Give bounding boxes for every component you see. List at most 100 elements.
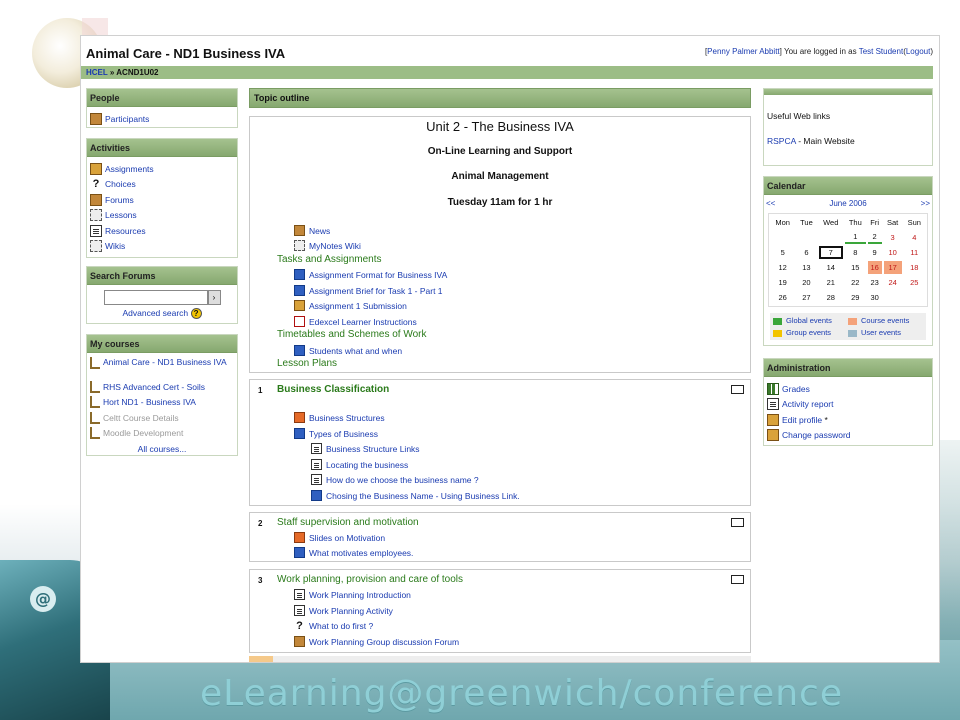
- rspca-link[interactable]: RSPCA: [767, 136, 796, 146]
- edit-profile-link[interactable]: Edit profile *: [767, 412, 929, 428]
- calendar-day[interactable]: 1: [844, 231, 866, 244]
- key-group[interactable]: Group events: [773, 328, 848, 337]
- section0-line1: On-Line Learning and Support: [427, 146, 573, 157]
- breadcrumb-separator: »: [109, 68, 115, 77]
- resource-link[interactable]: Slides on Motivation: [294, 531, 385, 544]
- calendar-today[interactable]: 7: [818, 246, 843, 259]
- calendar-event-day[interactable]: 17: [883, 261, 902, 274]
- section-1: 1 Business Classification Business Struc…: [249, 379, 751, 506]
- participants-link[interactable]: Participants: [90, 111, 234, 127]
- all-courses-link[interactable]: All courses...: [90, 441, 234, 457]
- show-only-section-toggle[interactable]: [731, 575, 744, 584]
- user-link[interactable]: Test Student: [859, 47, 903, 56]
- course-item[interactable]: Animal Care - ND1 Business IVA: [90, 357, 234, 379]
- activity-wikis[interactable]: Wikis: [90, 239, 234, 255]
- change-password-link[interactable]: Change password: [767, 428, 929, 444]
- calendar-day[interactable]: 2: [867, 231, 882, 244]
- section0-line3: Tuesday 11am for 1 hr: [447, 197, 553, 208]
- task-link[interactable]: Assignment 1 Submission: [294, 299, 407, 312]
- key-global[interactable]: Global events: [773, 316, 848, 325]
- item-label: Work Planning Group discussion Forum: [309, 636, 460, 647]
- resource-link[interactable]: Business Structures: [294, 411, 385, 424]
- activities-header: Activities: [87, 139, 237, 157]
- course-item[interactable]: Celtt Course Details: [90, 410, 234, 426]
- calendar-event-day[interactable]: 16: [867, 261, 882, 274]
- choice-link[interactable]: ? What to do first ?: [294, 619, 373, 632]
- teacher-link[interactable]: Penny Palmer Abbitt: [707, 47, 779, 56]
- course-label: Moodle Development: [103, 428, 184, 439]
- resource-link[interactable]: What motivates employees.: [294, 546, 413, 559]
- resource-link[interactable]: Locating the business: [311, 458, 408, 471]
- calendar-nav: << June 2006 >>: [764, 195, 932, 211]
- section-title: Staff supervision and motivation: [277, 517, 419, 528]
- resource-link[interactable]: Types of Business: [294, 427, 378, 440]
- course-item[interactable]: Hort ND1 - Business IVA: [90, 395, 234, 411]
- resource-link[interactable]: Chosing the Business Name - Using Busine…: [311, 489, 520, 502]
- resource-link[interactable]: Business Structure Links: [311, 442, 420, 455]
- activity-lessons[interactable]: Lessons: [90, 208, 234, 224]
- breadcrumb-root[interactable]: HCEL: [86, 68, 108, 77]
- resource-link[interactable]: Work Planning Activity: [294, 604, 393, 617]
- calendar-day: 26: [778, 293, 787, 302]
- section-title: Business Classification: [277, 384, 390, 395]
- day-header: Wed: [823, 218, 839, 227]
- day-header: Fri: [870, 218, 879, 227]
- activity-forums[interactable]: Forums: [90, 192, 234, 208]
- show-only-section-toggle[interactable]: [731, 385, 744, 394]
- resource-link[interactable]: Work Planning Introduction: [294, 588, 411, 601]
- activity-choices[interactable]: ? Choices: [90, 177, 234, 193]
- section-2: 2 Staff supervision and motivation Slide…: [249, 512, 751, 562]
- timetables-label: Timetables and Schemes of Work: [277, 329, 427, 340]
- current-month-link[interactable]: June 2006: [829, 199, 866, 208]
- task-link[interactable]: Edexcel Learner Instructions: [294, 315, 417, 328]
- activity-report-link[interactable]: Activity report: [767, 397, 929, 413]
- course-item[interactable]: RHS Advanced Cert - Soils: [90, 379, 234, 395]
- bottom-strip: [249, 656, 751, 662]
- forum-link[interactable]: Work Planning Group discussion Forum: [294, 635, 459, 648]
- show-only-section-toggle[interactable]: [731, 518, 744, 527]
- grades-link[interactable]: Grades: [767, 381, 929, 397]
- calendar-day: 20: [802, 278, 811, 287]
- item-label: How do we choose the business name ?: [326, 474, 479, 485]
- activity-label: Choices: [105, 179, 136, 190]
- task-link[interactable]: Assignment Brief for Task 1 - Part 1: [294, 284, 443, 297]
- assignment-icon: [90, 162, 102, 175]
- activity-resources[interactable]: Resources: [90, 223, 234, 239]
- calendar-day: 13: [802, 263, 811, 272]
- calendar-day: 11: [910, 248, 919, 257]
- wiki-link[interactable]: MyNotes Wiki: [294, 239, 361, 252]
- conference-banner: eLearning@greenwich/conference: [200, 673, 843, 714]
- word-doc-icon: [294, 345, 305, 356]
- key-user[interactable]: User events: [848, 328, 923, 337]
- search-button[interactable]: ›: [207, 290, 221, 305]
- resource-link[interactable]: How do we choose the business name ?: [311, 473, 479, 486]
- admin-label: Edit profile: [782, 414, 823, 425]
- timetable-link[interactable]: Students what and when: [294, 344, 402, 357]
- moodle-window: Animal Care - ND1 Business IVA [Penny Pa…: [80, 35, 940, 663]
- task-link[interactable]: Assignment Format for Business IVA: [294, 268, 447, 281]
- help-icon[interactable]: ?: [190, 308, 202, 319]
- item-label: Edexcel Learner Instructions: [309, 316, 417, 327]
- resource-icon: [90, 224, 102, 237]
- key-course[interactable]: Course events: [848, 316, 923, 325]
- prev-month-link[interactable]: <<: [766, 199, 775, 208]
- lesson-icon: [90, 209, 102, 222]
- day-header: Sun: [907, 218, 921, 227]
- my-courses-block: My courses Animal Care - ND1 Business IV…: [86, 334, 238, 456]
- next-month-link[interactable]: >>: [921, 199, 930, 208]
- item-label: Chosing the Business Name - Using Busine…: [326, 490, 520, 501]
- news-forum-link[interactable]: News: [294, 224, 330, 237]
- key-label: User events: [861, 328, 902, 337]
- search-input[interactable]: [103, 290, 208, 305]
- course-icon: [90, 380, 100, 393]
- section-3: 3 Work planning, provision and care of t…: [249, 569, 751, 653]
- calendar-grid: Mon Tue Wed Thu Fri Sat Sun 1 2 3 4 5 6 …: [768, 213, 928, 307]
- course-item[interactable]: Moodle Development: [90, 426, 234, 442]
- people-header: People: [87, 89, 237, 107]
- advanced-search-link[interactable]: Advanced search: [122, 308, 188, 318]
- course-icon: [90, 411, 100, 424]
- activity-assignments[interactable]: Assignments: [90, 161, 234, 177]
- breadcrumb-current: ACND1U02: [116, 68, 159, 77]
- calendar-day: 6: [804, 248, 809, 257]
- logout-link[interactable]: Logout: [906, 47, 930, 56]
